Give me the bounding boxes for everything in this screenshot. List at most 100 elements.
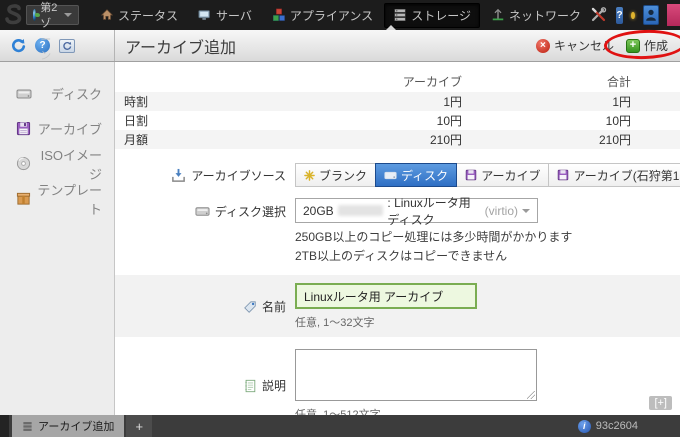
floppy-icon [557,169,569,181]
chevron-down-icon [64,13,72,17]
nav-item-status[interactable]: ステータス [91,3,187,28]
auto-refresh-button[interactable] [59,39,75,53]
description-textarea[interactable] [295,349,537,401]
nav-label: ストレージ [411,7,471,24]
disk-interface-note: (virtio) [485,204,518,218]
network-icon [491,8,505,22]
expand-button[interactable]: [+] [649,396,672,410]
floppy-icon [465,169,477,181]
tools-icon [590,7,608,23]
bottom-tab-bar: アーカイブ追加 + i 93c2604 [0,415,680,437]
source-option-blank[interactable]: ブランク [295,163,376,187]
source-option-archive-zone1[interactable]: アーカイブ(石狩第1ゾーン) [548,163,680,187]
disk-select-dropdown[interactable]: 20GB : Linuxルータ用ディスク (virtio) [295,198,538,223]
description-help: 任意, 1〜512文字 [295,406,537,415]
nav-item-storage[interactable]: ストレージ [384,3,480,28]
tools-button[interactable] [590,7,608,23]
disk-select-label: ディスク選択 [115,203,295,220]
cancel-label: キャンセル [554,37,614,54]
zone-selector[interactable]: 石狩第2ゾーン [26,5,79,25]
pricing-table: アーカイブ 合計 時割 1円 1円 日割 10円 10円 月額 210円 210… [115,70,680,149]
sidebar-item-template[interactable]: テンプレート [0,181,114,216]
pricing-header-row: アーカイブ 合計 [115,70,680,92]
help-button[interactable]: ? [616,7,623,24]
sidebar-item-iso-image[interactable]: ISOイメージ [0,146,114,181]
tab-label: アーカイブ追加 [38,418,114,434]
server-monitor-icon [198,8,212,22]
form-row-disk-select: ディスク選択 20GB : Linuxルータ用ディスク (virtio) 250… [115,198,680,265]
refresh-icon [10,38,26,54]
version-status: i 93c2604 [578,415,638,437]
nav-item-server[interactable]: サーバ [189,3,261,28]
page-title: アーカイブ追加 [115,34,236,58]
top-nav-bar: 石狩第2ゾーン ステータス サーバ [0,0,680,30]
storage-stack-icon [393,8,407,22]
redacted-disk-id [338,205,384,216]
refresh-button[interactable] [10,38,26,54]
disk-name-text: : Linuxルータ用ディスク [387,194,480,228]
create-label: 作成 [644,37,668,54]
sidebar-label: テンプレート [31,180,102,218]
create-plus-icon: + [626,39,640,53]
pricing-row-monthly: 月額 210円 210円 [115,130,680,149]
top-nav-right: ? アカウント [590,4,680,26]
sidebar-label: ISOイメージ [31,145,102,183]
person-icon [644,8,658,22]
nav-label: ネットワーク [509,7,581,24]
secondary-toolbar: ? アーカイブ追加 × キャンセル + 作成 [0,30,680,62]
archive-form: アーカイブソース ブランク [115,163,680,415]
info-icon: i [578,420,591,433]
sidebar-item-archive[interactable]: アーカイブ [0,111,114,146]
nav-label: ステータス [118,7,178,24]
import-icon [171,168,186,183]
note-icon [243,379,257,393]
main-content: アーカイブ 合計 時割 1円 1円 日割 10円 10円 月額 210円 210… [115,62,680,415]
nav-label: アプライアンス [290,7,373,24]
source-option-archive[interactable]: アーカイブ [456,163,549,187]
cancel-x-icon: × [536,39,550,53]
pricing-row-daily: 日割 10円 10円 [115,111,680,130]
cancel-button[interactable]: × キャンセル [536,37,614,54]
main-nav: ステータス サーバ アプライアンス [91,3,590,28]
cloud-s-logo-icon [0,3,26,27]
archive-source-segmented-control: ブランク ディスク [295,163,680,187]
sakura-cloud-logo[interactable] [0,3,26,27]
floppy-icon [16,121,31,136]
sidebar-label: アーカイブ [31,119,102,138]
disk-drive-icon [195,204,210,219]
sidebar-item-disk[interactable]: ディスク [0,76,114,111]
nav-label: サーバ [216,7,252,24]
nav-item-network[interactable]: ネットワーク [482,3,590,28]
pricing-row-hourly: 時割 1円 1円 [115,92,680,111]
chevron-down-icon [522,209,530,213]
create-button[interactable]: + 作成 [626,37,668,54]
sidebar: ディスク アーカイブ ISOイメージ [0,62,115,415]
form-row-archive-source: アーカイブソース ブランク [115,163,680,187]
new-tab-button[interactable]: + [126,415,152,437]
package-box-icon [16,191,31,206]
nav-item-appliance[interactable]: アプライアンス [263,3,382,28]
help-glyph: ? [616,10,622,21]
pricing-col-total: 合計 [462,73,631,90]
sidebar-label: ディスク [32,84,102,103]
appliance-blocks-icon [272,8,286,22]
disk-size-text: 20GB [303,204,334,218]
tab-bar-edge [0,415,9,437]
form-row-name: 名前 任意, 1〜32文字 [115,283,680,330]
account-avatar-button[interactable] [643,5,659,25]
disk-drive-icon [384,169,397,182]
circular-arrow-icon [62,41,72,51]
account-button[interactable]: アカウント [667,4,680,26]
disk-drive-icon [16,86,32,102]
blank-star-icon [304,170,315,181]
active-nav-pointer [386,25,396,30]
disk-select-help: 250GB以上のコピー処理には多少時間がかかります 2TB以上のディスクはコピー… [295,228,572,265]
name-help: 任意, 1〜32文字 [295,314,477,330]
name-input[interactable] [295,283,477,309]
tab-archive-add[interactable]: アーカイブ追加 [12,415,124,437]
source-option-disk[interactable]: ディスク [375,163,457,187]
form-row-name-band: 名前 任意, 1〜32文字 [115,275,680,337]
pricing-col-archive: アーカイブ [235,73,462,90]
archive-source-label: アーカイブソース [115,167,295,184]
storage-stack-icon [22,421,33,432]
